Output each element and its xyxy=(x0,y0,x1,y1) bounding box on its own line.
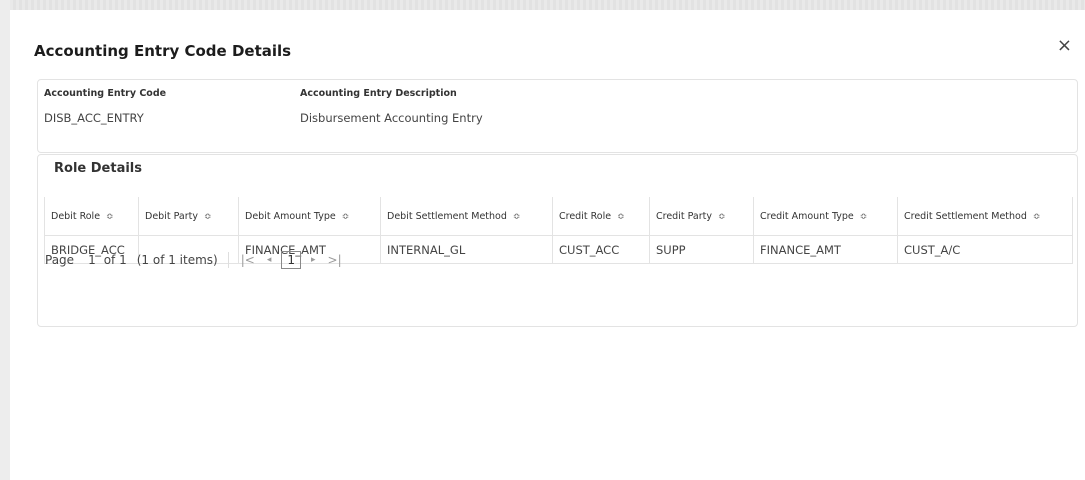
pagination: Page 1 of 1 (1 of 1 items) |< ◂ 1 ▸ >| xyxy=(45,251,348,269)
modal-title: Accounting Entry Code Details xyxy=(34,42,292,60)
last-page-icon[interactable]: >| xyxy=(328,253,342,267)
table-cell: SUPP xyxy=(649,235,754,264)
first-page-icon[interactable]: |< xyxy=(241,253,255,267)
column-header[interactable]: Debit Role ≎ xyxy=(44,197,139,236)
sort-icon[interactable]: ≎ xyxy=(1033,212,1041,222)
table-cell: FINANCE_AMT xyxy=(753,235,898,264)
description-value: Disbursement Accounting Entry xyxy=(300,111,483,125)
description-label: Accounting Entry Description xyxy=(300,88,457,99)
column-header[interactable]: Debit Amount Type ≎ xyxy=(238,197,381,236)
column-header-label: Credit Party xyxy=(656,210,712,222)
column-header-label: Credit Amount Type xyxy=(760,210,854,222)
column-header[interactable]: Credit Party ≎ xyxy=(649,197,754,236)
column-header-label: Debit Settlement Method xyxy=(387,210,507,222)
sort-icon[interactable]: ≎ xyxy=(513,212,521,222)
page-total-label: of 1 xyxy=(103,253,127,267)
code-field: Accounting Entry Code DISB_ACC_ENTRY xyxy=(44,88,166,125)
column-header-label: Debit Amount Type xyxy=(245,210,336,222)
sort-icon[interactable]: ≎ xyxy=(718,212,726,222)
pager-divider xyxy=(227,252,229,268)
entry-info-panel: Accounting Entry Code DISB_ACC_ENTRY Acc… xyxy=(37,79,1078,153)
role-details-title: Role Details xyxy=(54,161,142,176)
sort-icon[interactable]: ≎ xyxy=(204,212,212,222)
next-page-icon[interactable]: ▸ xyxy=(311,255,316,265)
column-header[interactable]: Debit Settlement Method ≎ xyxy=(380,197,553,236)
column-header-label: Credit Settlement Method xyxy=(904,210,1027,222)
column-header[interactable]: Credit Role ≎ xyxy=(552,197,650,236)
page-label: Page xyxy=(45,253,75,267)
column-header-label: Credit Role xyxy=(559,210,612,222)
code-value: DISB_ACC_ENTRY xyxy=(44,111,144,125)
backdrop xyxy=(0,0,10,480)
top-strip xyxy=(10,0,1085,10)
column-header-label: Debit Party xyxy=(145,210,198,222)
modal-dialog: Accounting Entry Code Details × Accounti… xyxy=(10,10,1085,480)
table-cell: CUST_A/C xyxy=(897,235,1073,264)
page-number-button[interactable]: 1 xyxy=(281,251,302,269)
close-icon[interactable]: × xyxy=(1057,37,1072,55)
column-header[interactable]: Credit Settlement Method ≎ xyxy=(897,197,1073,236)
table-cell: CUST_ACC xyxy=(552,235,650,264)
sort-icon[interactable]: ≎ xyxy=(860,212,868,222)
page-input[interactable]: 1 xyxy=(88,253,96,267)
items-count-label: (1 of 1 items) xyxy=(136,253,218,267)
column-header[interactable]: Credit Amount Type ≎ xyxy=(753,197,898,236)
role-details-panel: Role Details Debit Role ≎ Debit Party ≎ De… xyxy=(37,154,1078,327)
description-field: Accounting Entry Description Disbursemen… xyxy=(300,88,483,125)
sort-icon[interactable]: ≎ xyxy=(617,212,625,222)
code-label: Accounting Entry Code xyxy=(44,88,167,99)
table-header-row: Debit Role ≎ Debit Party ≎ Debit Amount Ty… xyxy=(44,197,1073,236)
table-cell: INTERNAL_GL xyxy=(380,235,553,264)
column-header-label: Debit Role xyxy=(51,210,101,222)
column-header[interactable]: Debit Party ≎ xyxy=(138,197,239,236)
prev-page-icon[interactable]: ◂ xyxy=(267,255,272,265)
sort-icon[interactable]: ≎ xyxy=(106,212,114,222)
sort-icon[interactable]: ≎ xyxy=(342,212,350,222)
